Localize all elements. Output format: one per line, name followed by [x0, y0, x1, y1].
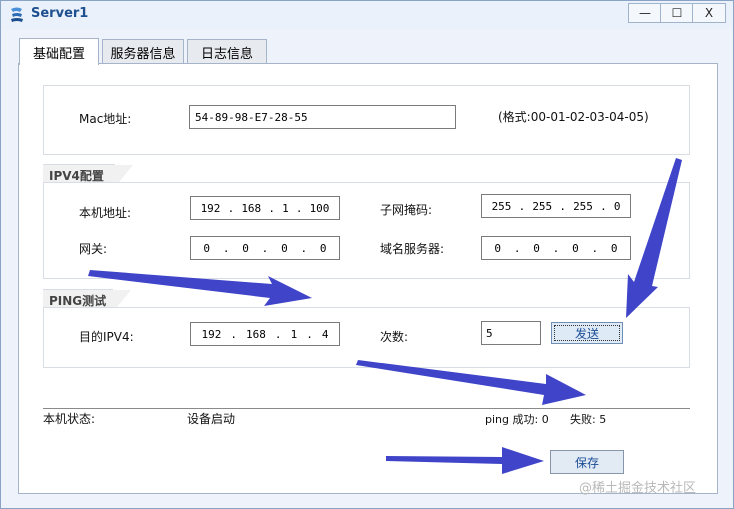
status-value: 设备启动	[187, 412, 236, 426]
tab-server-info[interactable]: 服务器信息	[102, 39, 184, 64]
ping-fail-count: 失败: 5	[570, 413, 607, 426]
subnet-octet-1: 255	[491, 199, 512, 213]
status-divider	[43, 408, 690, 409]
subnet-octet-4: 0	[613, 199, 621, 213]
server-window: Server1 — ☐ X 基础配置 服务器信息 日志信息 Mac地址: 54-…	[0, 0, 734, 509]
mac-field[interactable]: 54-89-98-E7-28-55	[189, 105, 456, 129]
local-ip-field[interactable]: 192. 168. 1. 100	[190, 196, 340, 220]
ping-target-octet-1: 192	[201, 327, 222, 341]
gateway-label: 网关:	[79, 242, 108, 256]
mac-format-hint: (格式:00-01-02-03-04-05)	[498, 110, 649, 124]
save-button[interactable]: 保存	[550, 450, 624, 474]
window-title: Server1	[31, 6, 89, 21]
gateway-octet-2: 0	[242, 241, 249, 255]
local-ip-octet-4: 100	[309, 201, 330, 215]
tab-basic-config[interactable]: 基础配置	[19, 38, 99, 65]
send-button[interactable]: 发送	[551, 322, 623, 344]
ping-count-label: 次数:	[380, 330, 409, 344]
gateway-field[interactable]: 0. 0. 0. 0	[190, 236, 340, 260]
title-bar: Server1 — ☐ X	[1, 1, 733, 29]
gateway-octet-1: 0	[203, 241, 211, 255]
dns-label: 域名服务器:	[380, 242, 445, 256]
close-button[interactable]: X	[692, 3, 726, 23]
subnet-field[interactable]: 255. 255. 255. 0	[481, 194, 631, 218]
watermark: @稀土掘金技术社区	[579, 481, 697, 496]
ping-target-label: 目的IPV4:	[79, 330, 134, 344]
minimize-button[interactable]: —	[628, 3, 662, 23]
ping-count-field[interactable]: 5	[481, 321, 541, 345]
local-ip-octet-2: 168	[241, 201, 262, 215]
gateway-octet-4: 0	[319, 241, 327, 255]
local-ip-octet-3: 1	[282, 201, 289, 215]
dns-octet-1: 0	[494, 241, 502, 255]
mac-label: Mac地址:	[79, 112, 132, 126]
ping-success-count: ping 成功: 0	[485, 413, 549, 426]
maximize-button[interactable]: ☐	[660, 3, 694, 23]
dns-octet-4: 0	[610, 241, 618, 255]
dns-octet-3: 0	[572, 241, 579, 255]
ping-target-field[interactable]: 192. 168. 1. 4	[190, 322, 340, 346]
server-app-icon	[11, 7, 23, 22]
subnet-octet-2: 255	[532, 199, 553, 213]
ping-count-value: 5	[486, 326, 493, 340]
subnet-label: 子网掩码:	[380, 203, 433, 217]
ping-target-octet-4: 4	[321, 327, 329, 341]
status-label: 本机状态:	[43, 412, 96, 426]
ping-target-octet-2: 168	[246, 327, 266, 341]
ping-target-octet-3: 1	[290, 327, 298, 341]
dns-octet-2: 0	[533, 241, 540, 255]
tab-log-info[interactable]: 日志信息	[187, 39, 267, 64]
local-ip-label: 本机地址:	[79, 206, 132, 220]
dns-field[interactable]: 0. 0. 0. 0	[481, 236, 631, 260]
mac-value: 54-89-98-E7-28-55	[195, 110, 308, 124]
subnet-octet-3: 255	[573, 199, 593, 213]
gateway-octet-3: 0	[281, 241, 288, 255]
local-ip-octet-1: 192	[200, 201, 221, 215]
